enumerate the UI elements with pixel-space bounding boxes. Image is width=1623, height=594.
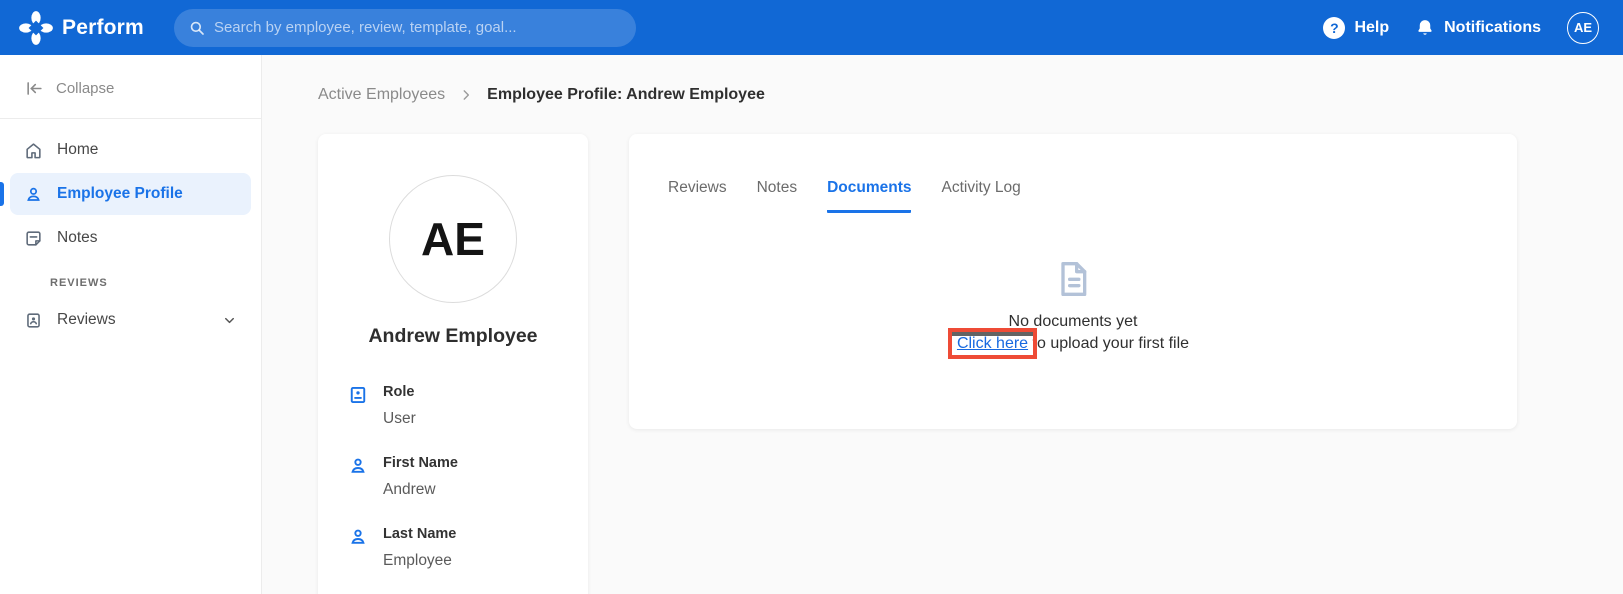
main-content: Active Employees Employee Profile: Andre… — [262, 55, 1623, 594]
note-icon — [24, 229, 43, 248]
collapse-arrow-icon — [25, 79, 44, 98]
field-value: Employee — [383, 552, 452, 569]
notifications-label: Notifications — [1444, 18, 1541, 36]
field-last-name: Last Name Employee — [348, 526, 558, 570]
tab-notes[interactable]: Notes — [757, 179, 798, 213]
notifications-button[interactable]: Notifications — [1415, 18, 1541, 38]
field-first-name: First Name Andrew — [348, 455, 558, 499]
help-label: Help — [1354, 18, 1390, 36]
empty-state-suffix: to upload your first file — [1028, 335, 1190, 352]
badge-icon — [24, 311, 43, 330]
documents-empty-state: No documents yet Click here to upload yo… — [668, 259, 1478, 359]
field-label: Last Name — [383, 526, 457, 542]
breadcrumb-current: Employee Profile: Andrew Employee — [487, 86, 765, 103]
tab-bar: Reviews Notes Documents Activity Log — [668, 179, 1478, 213]
home-icon — [24, 141, 43, 160]
sidebar-item-reviews[interactable]: Reviews — [10, 299, 251, 341]
global-search[interactable] — [173, 8, 636, 47]
person-icon — [348, 456, 368, 499]
profile-fields: Role User First Name Andrew Last Name Em… — [348, 384, 558, 570]
chevron-down-icon[interactable] — [222, 313, 237, 328]
app-logo[interactable]: Perform — [18, 10, 144, 46]
sidebar-divider — [0, 118, 261, 119]
sidebar-item-label: Home — [57, 141, 99, 158]
help-button[interactable]: Help — [1323, 16, 1390, 39]
tab-documents[interactable]: Documents — [827, 179, 912, 213]
field-label: First Name — [383, 455, 458, 471]
employee-profile-card: AE Andrew Employee Role User First Name … — [318, 134, 588, 594]
active-indicator — [0, 182, 4, 206]
employee-avatar: AE — [389, 175, 517, 303]
user-avatar[interactable]: AE — [1567, 11, 1599, 44]
tab-activity-log[interactable]: Activity Log — [941, 179, 1020, 213]
search-input[interactable] — [213, 19, 622, 36]
perform-flower-icon — [18, 10, 54, 46]
person-icon — [348, 527, 368, 570]
field-role: Role User — [348, 384, 558, 428]
topbar-actions: Help Notifications AE — [1323, 11, 1599, 44]
bell-icon — [1415, 18, 1435, 38]
chevron-right-icon — [459, 88, 473, 102]
breadcrumb: Active Employees Employee Profile: Andre… — [318, 86, 1623, 104]
id-badge-icon — [348, 385, 368, 428]
empty-state-subtitle: Click here to upload your first file — [947, 328, 1190, 359]
top-navigation-bar: Perform Help Notifications AE — [0, 0, 1623, 55]
sidebar-item-notes[interactable]: Notes — [10, 217, 251, 259]
field-value: Andrew — [383, 481, 436, 498]
employee-detail-card: Reviews Notes Documents Activity Log No … — [629, 134, 1517, 429]
sidebar-item-home[interactable]: Home — [10, 129, 251, 171]
sidebar-item-employee-profile[interactable]: Employee Profile — [0, 173, 251, 215]
person-icon — [24, 185, 43, 204]
sidebar: Collapse Home Employee Profile Notes REV… — [0, 55, 262, 594]
employee-name: Andrew Employee — [368, 325, 538, 347]
upload-file-link[interactable]: Click here — [947, 328, 1038, 359]
upload-link-text: Click here — [956, 335, 1029, 352]
document-icon — [1053, 259, 1093, 299]
collapse-sidebar-button[interactable]: Collapse — [0, 67, 261, 110]
search-icon — [188, 19, 206, 37]
collapse-label: Collapse — [56, 80, 115, 97]
sidebar-item-label: Employee Profile — [57, 185, 183, 202]
breadcrumb-active-employees[interactable]: Active Employees — [318, 86, 445, 104]
help-icon — [1323, 16, 1346, 39]
sidebar-item-label: Reviews — [57, 311, 116, 328]
brand-name: Perform — [62, 15, 144, 39]
sidebar-item-label: Notes — [57, 229, 98, 246]
field-value: User — [383, 410, 416, 427]
sidebar-section-reviews: REVIEWS — [50, 277, 108, 289]
tab-reviews[interactable]: Reviews — [668, 179, 727, 213]
empty-state-title: No documents yet — [1008, 313, 1138, 330]
field-label: Role — [383, 384, 415, 400]
